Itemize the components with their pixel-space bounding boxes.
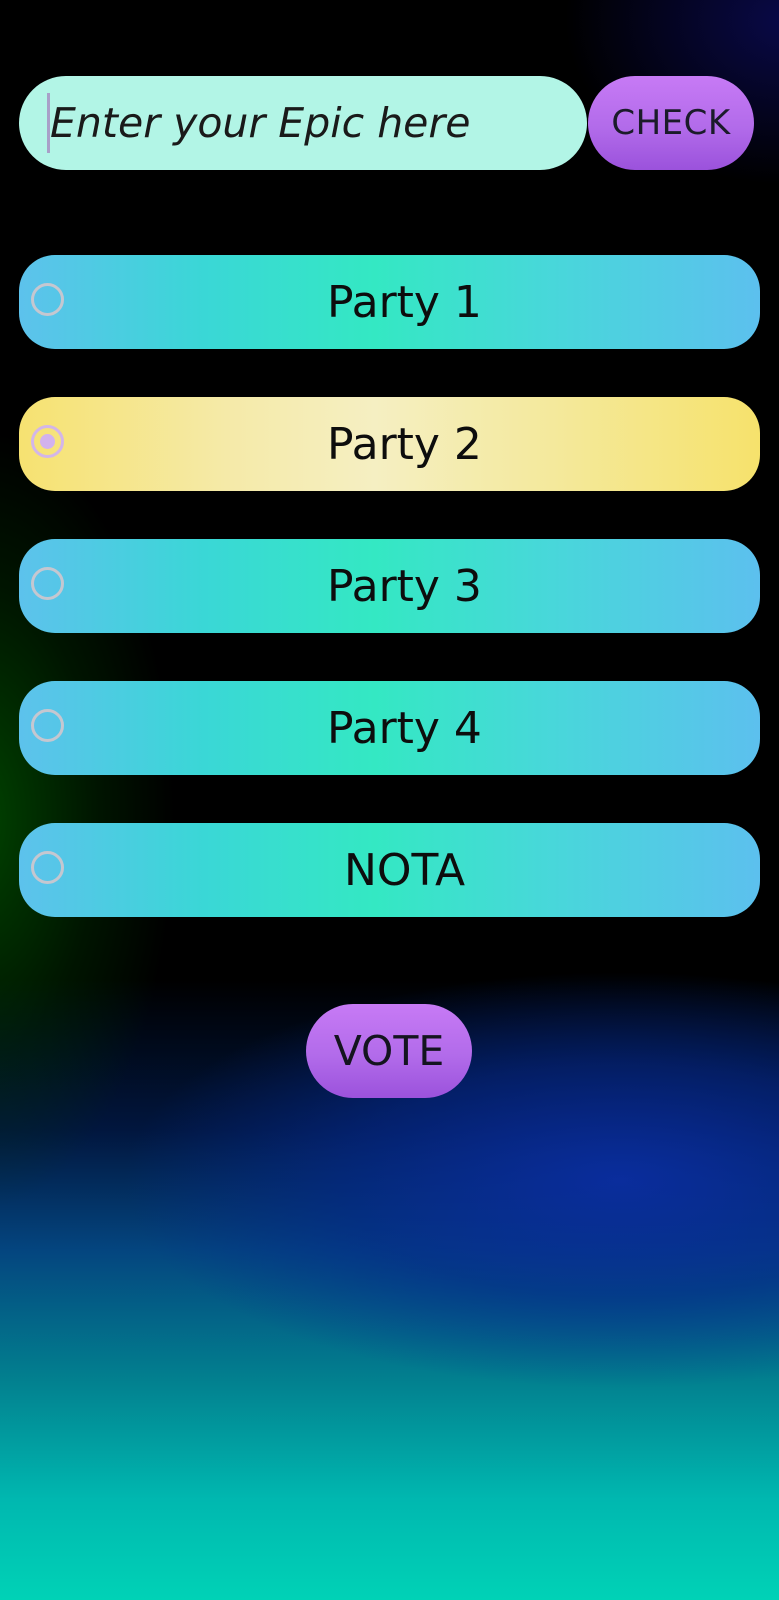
epic-search-row: CHECK bbox=[19, 76, 754, 170]
check-button[interactable]: CHECK bbox=[588, 76, 754, 170]
radio-button[interactable] bbox=[31, 709, 64, 742]
radio-button[interactable] bbox=[31, 283, 64, 316]
option-label: Party 2 bbox=[327, 418, 482, 470]
radio-selected-dot bbox=[40, 434, 55, 449]
radio-button[interactable] bbox=[31, 567, 64, 600]
option-party-1[interactable]: Party 1 bbox=[19, 255, 760, 349]
option-label: Party 1 bbox=[327, 276, 482, 328]
radio-button[interactable] bbox=[31, 851, 64, 884]
option-party-3[interactable]: Party 3 bbox=[19, 539, 760, 633]
epic-input[interactable] bbox=[19, 76, 587, 170]
option-label: Party 4 bbox=[327, 702, 482, 754]
option-nota[interactable]: NOTA bbox=[19, 823, 760, 917]
option-party-2[interactable]: Party 2 bbox=[19, 397, 760, 491]
option-label: Party 3 bbox=[327, 560, 482, 612]
option-party-4[interactable]: Party 4 bbox=[19, 681, 760, 775]
radio-button-selected[interactable] bbox=[31, 425, 64, 458]
party-options-list: Party 1 Party 2 Party 3 Party 4 NOTA bbox=[19, 255, 760, 965]
vote-button[interactable]: VOTE bbox=[306, 1004, 472, 1098]
option-label: NOTA bbox=[343, 844, 466, 896]
